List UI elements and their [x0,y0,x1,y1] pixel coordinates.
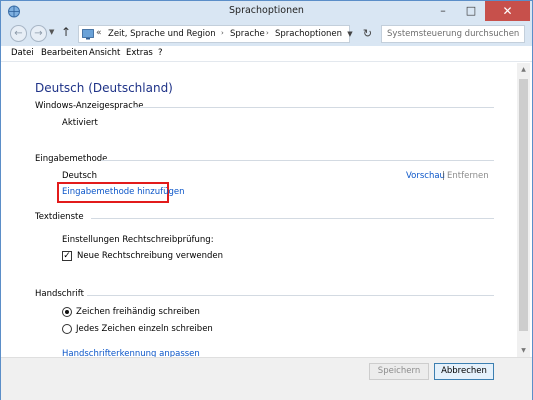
section-divider [101,160,494,161]
menu-bar: Datei Bearbeiten Ansicht Extras ? [1,46,532,62]
scroll-down-icon[interactable]: ▼ [517,344,530,357]
section-handwriting-header: Handschrift [35,289,84,299]
chevron-right-icon[interactable]: › [221,29,224,37]
section-divider [91,218,494,219]
section-text-services-header: Textdienste [35,212,84,222]
menu-tools[interactable]: Extras [126,48,153,58]
address-bar[interactable]: « Zeit, Sprache und Region › Sprache › S… [78,25,350,43]
title-bar: Sprachoptionen – □ ✕ [1,1,532,22]
chevron-right-icon[interactable]: › [266,29,269,37]
breadcrumb-language-options[interactable]: Sprachoptionen [275,29,342,39]
menu-file[interactable]: Datei [11,48,34,58]
breadcrumb-time-language-region[interactable]: Zeit, Sprache und Region [108,29,216,39]
freehand-radio[interactable] [62,307,72,317]
breadcrumb-language[interactable]: Sprache [230,29,265,39]
menu-view[interactable]: Ansicht [89,48,120,58]
new-spelling-checkbox[interactable]: ✓ [62,251,72,261]
scroll-up-icon[interactable]: ▲ [517,63,530,76]
section-divider [132,107,494,108]
maximize-button[interactable]: □ [457,1,485,21]
menu-help[interactable]: ? [158,48,163,58]
section-display-language-header: Windows-Anzeigesprache [35,101,144,111]
add-input-method-link[interactable]: Eingabemethode hinzufügen [62,187,184,197]
address-dropdown-icon[interactable]: ▼ [343,25,357,43]
back-button[interactable]: ← [10,25,27,42]
breadcrumb-overflow-icon[interactable]: « [96,28,102,38]
single-character-label[interactable]: Jedes Zeichen einzeln schreiben [76,324,213,334]
spellcheck-settings-label: Einstellungen Rechtschreibprüfung: [62,235,214,245]
preview-link[interactable]: Vorschau [406,171,445,181]
search-input[interactable]: Systemsteuerung durchsuchen [381,25,525,43]
scrollbar-thumb[interactable] [519,79,528,331]
customize-handwriting-link[interactable]: Handschrifterkennung anpassen [62,349,200,357]
page-title: Deutsch (Deutschland) [35,81,173,95]
remove-link[interactable]: Entfernen [447,171,489,181]
single-character-radio[interactable] [62,324,72,334]
new-spelling-label[interactable]: Neue Rechtschreibung verwenden [77,251,223,261]
close-button[interactable]: ✕ [485,1,530,21]
freehand-label[interactable]: Zeichen freihändig schreiben [76,307,200,317]
forward-button[interactable]: → [30,25,47,42]
search-placeholder: Systemsteuerung durchsuchen [387,29,520,39]
vertical-scrollbar[interactable]: ▲ ▼ [517,63,530,357]
menu-edit[interactable]: Bearbeiten [41,48,88,58]
minimize-button[interactable]: – [429,1,457,21]
link-separator: | [442,171,445,181]
section-input-method-header: Eingabemethode [35,154,108,164]
input-method-name: Deutsch [62,171,97,181]
save-button[interactable]: Speichern [369,363,429,380]
display-language-status: Aktiviert [62,118,98,128]
cancel-button[interactable]: Abbrechen [434,363,494,380]
language-options-window: Sprachoptionen – □ ✕ ← → ▼ ↑ « Zeit, Spr… [0,0,533,400]
refresh-icon[interactable]: ↻ [359,25,376,43]
navigation-bar: ← → ▼ ↑ « Zeit, Sprache und Region › Spr… [1,22,532,46]
up-arrow-icon[interactable]: ↑ [61,25,71,39]
control-panel-icon [82,29,94,40]
section-divider [87,295,494,296]
main-content: Deutsch (Deutschland) Windows-Anzeigespr… [1,63,517,357]
dialog-footer: Speichern Abbrechen [1,357,532,400]
recent-locations-icon[interactable]: ▼ [49,28,54,36]
